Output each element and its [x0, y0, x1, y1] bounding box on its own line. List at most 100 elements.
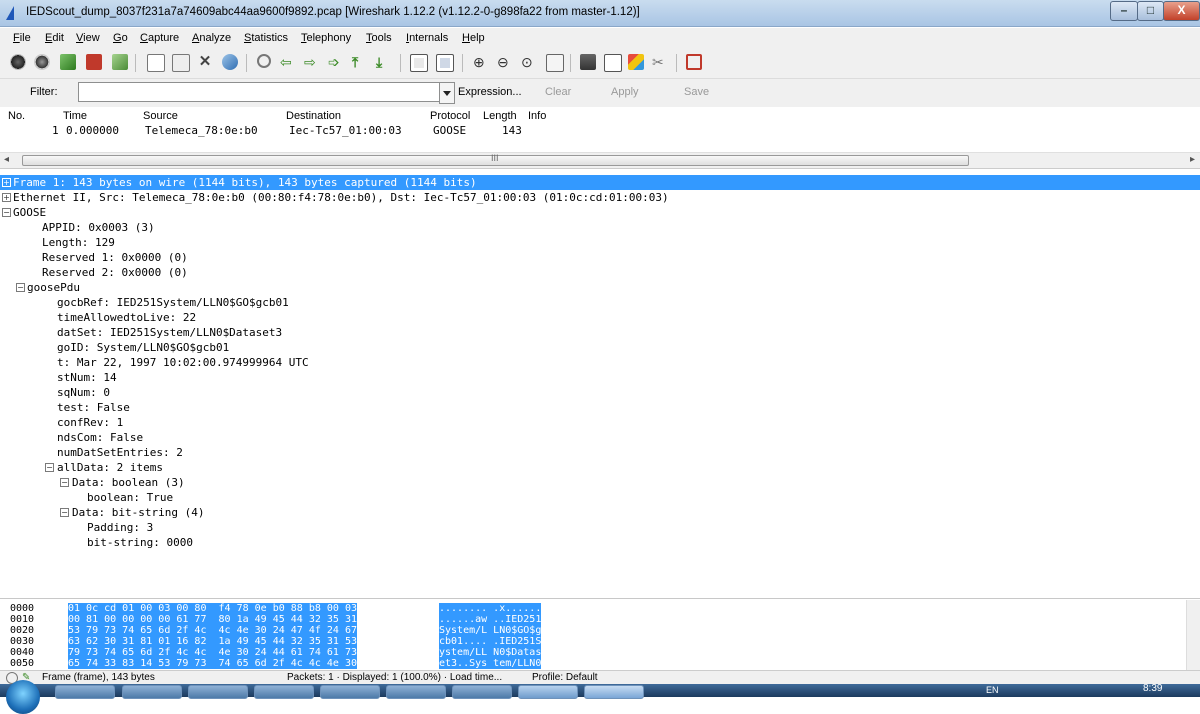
bytes-hex[interactable]: 01 0c cd 01 00 03 00 80 f4 78 0e b0 88 b… — [68, 603, 357, 614]
column-header-source[interactable]: Source — [143, 110, 178, 122]
cell-length: 143 — [502, 124, 522, 137]
menu-telephony[interactable]: Telephony — [301, 32, 351, 44]
collapse-icon[interactable]: − — [16, 283, 25, 292]
detail-tree-label: gocbRef: IED251System/LLN0$GO$gcb01 — [57, 296, 289, 309]
coloring-rules-icon[interactable] — [628, 54, 644, 70]
toolbar-separator — [135, 54, 136, 72]
preferences-icon[interactable]: ✂ — [652, 54, 668, 70]
go-last-icon[interactable]: ⤓ — [376, 54, 392, 70]
packet-list-hscrollbar[interactable]: ◂ III ▸ — [0, 152, 1200, 168]
bytes-hex[interactable]: 79 73 74 65 6d 2f 4c 4c 4e 30 24 44 61 7… — [68, 647, 357, 658]
menu-analyze[interactable]: Analyze — [192, 32, 231, 44]
normal-size-icon[interactable]: ⊙ — [521, 54, 537, 70]
bytes-hex[interactable]: 65 74 33 83 14 53 79 73 74 65 6d 2f 4c 4… — [68, 658, 357, 669]
window-title: IEDScout_dump_8037f231a7a74609abc44aa960… — [26, 6, 640, 18]
column-header-length[interactable]: Length — [483, 110, 517, 122]
go-back-icon[interactable]: ⇦ — [280, 54, 296, 70]
find-packet-icon[interactable] — [257, 54, 271, 68]
menu-bar: File Edit View Go Capture Analyze Statis… — [0, 28, 1200, 48]
apply-button[interactable]: Apply — [611, 86, 639, 98]
zoom-out-icon[interactable]: ⊖ — [497, 54, 513, 70]
start-capture-icon[interactable] — [60, 54, 76, 70]
column-header-time[interactable]: Time — [63, 110, 87, 122]
column-header-protocol[interactable]: Protocol — [430, 110, 470, 122]
interface-list-icon[interactable] — [10, 54, 26, 70]
menu-help[interactable]: Help — [462, 32, 485, 44]
collapse-icon[interactable]: − — [60, 478, 69, 487]
save-filter-button[interactable]: Save — [684, 86, 709, 98]
reload-icon[interactable] — [222, 54, 238, 70]
menu-view[interactable]: View — [76, 32, 100, 44]
detail-tree-label: Data: bit-string (4) — [72, 506, 205, 519]
menu-edit[interactable]: Edit — [45, 32, 64, 44]
bytes-ascii[interactable]: et3..Sys tem/LLN0 — [439, 658, 542, 669]
column-header-no[interactable]: No. — [8, 110, 25, 122]
go-forward-icon[interactable]: ⇨ — [304, 54, 320, 70]
bytes-ascii[interactable]: ystem/LL N0$Datas — [439, 647, 542, 658]
bytes-ascii[interactable]: ......aw ..IED251 — [439, 614, 542, 625]
go-to-packet-icon[interactable]: ➩ — [328, 54, 344, 70]
auto-scroll-icon[interactable] — [436, 54, 454, 72]
menu-internals[interactable]: Internals — [406, 32, 448, 44]
clear-button[interactable]: Clear — [545, 86, 571, 98]
filter-dropdown-button[interactable] — [439, 82, 455, 104]
bytes-ascii[interactable]: cb01.... .IED251S — [439, 636, 542, 647]
bytes-offset: 0030 — [10, 636, 35, 647]
menu-tools[interactable]: Tools — [366, 32, 392, 44]
detail-tree-label: GOOSE — [13, 206, 47, 219]
toolbar-separator — [676, 54, 677, 72]
collapse-icon[interactable]: − — [2, 208, 11, 217]
menu-capture[interactable]: Capture — [140, 32, 179, 44]
detail-tree-label: Ethernet II, Src: Telemeca_78:0e:b0 (00:… — [13, 191, 669, 204]
column-header-info[interactable]: Info — [528, 110, 546, 122]
detail-tree-label: Data: boolean (3) — [72, 476, 185, 489]
status-profile[interactable]: Profile: Default — [532, 672, 598, 683]
open-file-icon[interactable] — [147, 54, 165, 72]
minimize-button[interactable]: – — [1110, 1, 1138, 21]
expand-icon[interactable]: + — [2, 193, 11, 202]
scroll-thumb[interactable]: III — [22, 153, 969, 166]
stop-capture-icon[interactable] — [86, 54, 102, 70]
capture-filters-icon[interactable] — [580, 54, 596, 70]
menu-file[interactable]: File — [13, 32, 31, 44]
close-file-icon[interactable]: ✕ — [197, 54, 213, 70]
go-first-icon[interactable]: ⤒ — [352, 54, 368, 70]
capture-options-icon[interactable] — [34, 54, 50, 70]
scroll-right-icon[interactable]: ▸ — [1190, 154, 1195, 165]
close-button[interactable]: X — [1163, 1, 1200, 21]
bytes-offset: 0020 — [10, 625, 35, 636]
status-packets: Packets: 1 · Displayed: 1 (100.0%) · Loa… — [287, 672, 503, 683]
zoom-in-icon[interactable]: ⊕ — [473, 54, 489, 70]
detail-tree-row[interactable]: + Frame 1: 143 bytes on wire (1144 bits),… — [0, 175, 1200, 190]
filter-toolbar: Filter: Expression... Clear Apply Save — [0, 79, 1200, 108]
menu-statistics[interactable]: Statistics — [244, 32, 288, 44]
wireshark-app-icon — [6, 6, 14, 20]
colorize-icon[interactable] — [410, 54, 428, 72]
filter-input[interactable] — [78, 82, 448, 102]
start-button-icon[interactable] — [6, 680, 40, 714]
bytes-hex[interactable]: 63 62 30 31 81 01 16 82 1a 49 45 44 32 3… — [68, 636, 357, 647]
bytes-hex[interactable]: 53 79 73 74 65 6d 2f 4c 4c 4e 30 24 47 4… — [68, 625, 357, 636]
status-frame: Frame (frame), 143 bytes — [42, 672, 155, 683]
expand-icon[interactable]: + — [2, 178, 11, 187]
bytes-ascii[interactable]: ........ .x...... — [439, 603, 542, 614]
bytes-vscrollbar[interactable] — [1186, 600, 1200, 670]
column-header-destination[interactable]: Destination — [286, 110, 341, 122]
help-icon[interactable] — [686, 54, 702, 70]
main-toolbar: ✕ ⇦ ⇨ ➩ ⤒ ⤓ ⊕ ⊖ ⊙ ✂ — [0, 48, 1200, 79]
restart-capture-icon[interactable] — [112, 54, 128, 70]
collapse-icon[interactable]: − — [60, 508, 69, 517]
bytes-hex[interactable]: 00 81 00 00 00 00 61 77 80 1a 49 45 44 3… — [68, 614, 357, 625]
save-file-icon[interactable] — [172, 54, 190, 72]
expression-button[interactable]: Expression... — [458, 86, 522, 98]
display-filters-icon[interactable] — [604, 54, 622, 72]
menu-go[interactable]: Go — [113, 32, 128, 44]
maximize-button[interactable]: □ — [1137, 1, 1164, 21]
resize-columns-icon[interactable] — [546, 54, 564, 72]
tray-clock[interactable]: 8:39 — [1143, 683, 1162, 694]
collapse-icon[interactable]: − — [45, 463, 54, 472]
bytes-ascii[interactable]: System/L LN0$GO$g — [439, 625, 542, 636]
tray-language[interactable]: EN — [986, 685, 999, 695]
bytes-offset: 0000 — [10, 603, 35, 614]
scroll-left-icon[interactable]: ◂ — [4, 154, 9, 165]
